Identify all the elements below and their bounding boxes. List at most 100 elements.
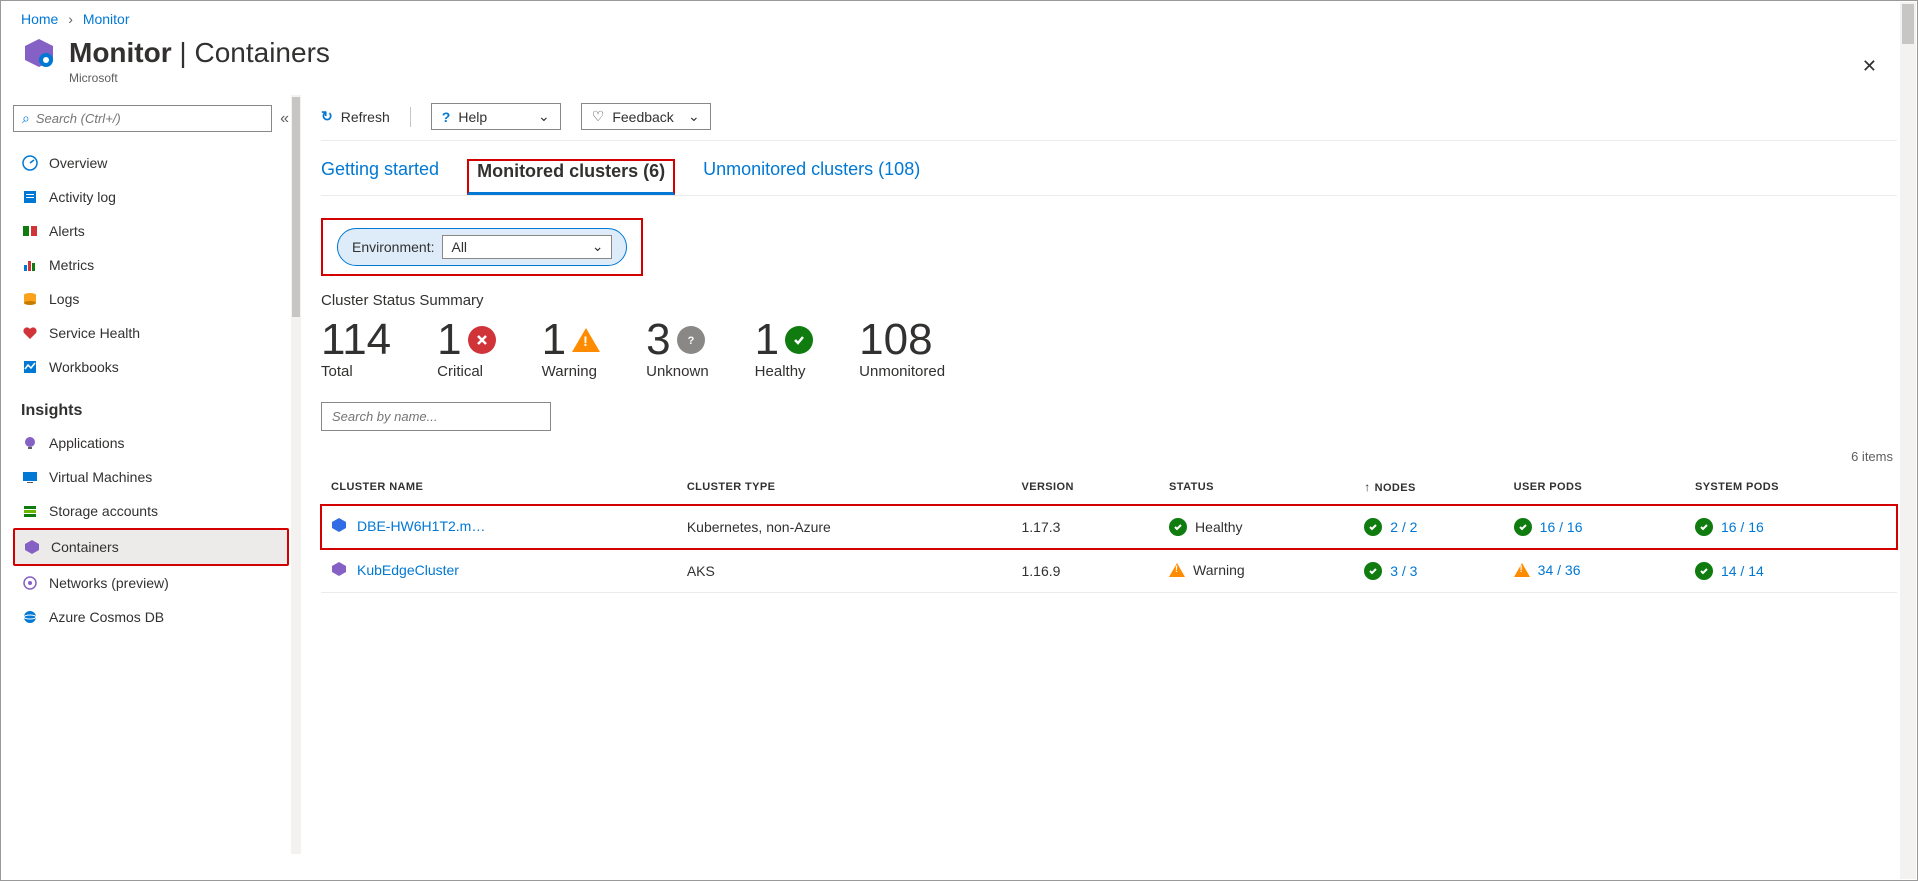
table-row[interactable]: KubEdgeCluster AKS 1.16.9 Warning 3 / 3 … <box>321 549 1897 593</box>
col-version[interactable]: VERSION <box>1011 470 1159 505</box>
col-cluster-type[interactable]: CLUSTER TYPE <box>677 470 1012 505</box>
collapse-sidebar-icon[interactable]: « <box>280 110 289 128</box>
sidebar-scrollbar[interactable] <box>291 95 301 854</box>
summary-title: Cluster Status Summary <box>321 292 1897 309</box>
sidebar-item-label: Storage accounts <box>49 503 158 519</box>
heart-icon <box>21 324 39 342</box>
sidebar-item-label: Metrics <box>49 257 94 273</box>
sidebar-item-metrics[interactable]: Metrics <box>13 248 289 282</box>
sidebar-item-overview[interactable]: Overview <box>13 146 289 180</box>
help-icon: ? <box>442 109 451 125</box>
breadcrumb-home[interactable]: Home <box>21 11 58 27</box>
chevron-down-icon: ⌄ <box>538 108 550 125</box>
table-row[interactable]: DBE-HW6H1T2.m… Kubernetes, non-Azure 1.1… <box>321 505 1897 549</box>
cell-user-pods[interactable]: 34 / 36 <box>1538 562 1581 578</box>
cell-system-pods[interactable]: 16 / 16 <box>1721 519 1764 535</box>
metrics-icon <box>21 256 39 274</box>
insights-section-header: Insights <box>13 384 289 426</box>
sidebar-item-service-health[interactable]: Service Health <box>13 316 289 350</box>
sidebar-item-virtual-machines[interactable]: Virtual Machines <box>13 460 289 494</box>
sidebar-item-cosmos-db[interactable]: Azure Cosmos DB <box>13 600 289 634</box>
summary-row: 114 Total 1 Critical 1 Warning 3 <box>321 315 1897 380</box>
feedback-dropdown[interactable]: ♡Feedback ⌄ <box>581 103 711 130</box>
sidebar-item-label: Virtual Machines <box>49 469 152 485</box>
col-nodes[interactable]: ↑NODES <box>1354 470 1503 505</box>
aks-icon <box>331 561 349 579</box>
col-cluster-name[interactable]: CLUSTER NAME <box>321 470 677 505</box>
sidebar-item-activity-log[interactable]: Activity log <box>13 180 289 214</box>
sidebar-item-networks[interactable]: Networks (preview) <box>13 566 289 600</box>
stat-unmonitored[interactable]: 108 Unmonitored <box>859 315 945 380</box>
col-system-pods[interactable]: SYSTEM PODS <box>1685 470 1897 505</box>
sidebar-item-label: Overview <box>49 155 107 171</box>
sidebar-item-storage-accounts[interactable]: Storage accounts <box>13 494 289 528</box>
warning-icon <box>1514 563 1530 577</box>
clusters-table: CLUSTER NAME CLUSTER TYPE VERSION STATUS… <box>321 470 1897 593</box>
toolbar: ↻ Refresh ?Help ⌄ ♡Feedback ⌄ <box>321 95 1897 141</box>
sidebar-search-input[interactable] <box>36 111 263 126</box>
page-scrollbar[interactable] <box>1900 2 1916 879</box>
cluster-name-link[interactable]: DBE-HW6H1T2.m… <box>357 518 485 534</box>
tab-monitored-clusters[interactable]: Monitored clusters (6) <box>467 159 675 195</box>
stat-unknown[interactable]: 3 ? Unknown <box>646 315 709 380</box>
sidebar-item-workbooks[interactable]: Workbooks <box>13 350 289 384</box>
cell-status: Warning <box>1193 562 1245 578</box>
cell-user-pods[interactable]: 16 / 16 <box>1540 519 1583 535</box>
cell-type: Kubernetes, non-Azure <box>677 505 1012 549</box>
page-title: Monitor | Containers <box>69 37 330 69</box>
sidebar-item-label: Containers <box>51 539 119 555</box>
close-icon[interactable]: ✕ <box>1862 56 1877 77</box>
cell-version: 1.17.3 <box>1011 505 1159 549</box>
breadcrumb-monitor[interactable]: Monitor <box>83 11 130 27</box>
filter-label: Environment: <box>352 239 434 255</box>
sort-asc-icon: ↑ <box>1364 480 1370 494</box>
stat-critical[interactable]: 1 Critical <box>437 315 495 380</box>
network-icon <box>21 574 39 592</box>
healthy-icon <box>1364 562 1382 580</box>
chevron-right-icon: › <box>68 11 73 27</box>
vm-icon <box>21 468 39 486</box>
cell-nodes[interactable]: 3 / 3 <box>1390 563 1417 579</box>
help-dropdown[interactable]: ?Help ⌄ <box>431 103 561 130</box>
healthy-icon <box>1364 518 1382 536</box>
sidebar-search[interactable]: ⌕ <box>13 105 272 132</box>
sidebar-item-label: Azure Cosmos DB <box>49 609 164 625</box>
sidebar-item-label: Alerts <box>49 223 85 239</box>
col-user-pods[interactable]: USER PODS <box>1504 470 1685 505</box>
sidebar-item-alerts[interactable]: Alerts <box>13 214 289 248</box>
page-org: Microsoft <box>69 71 1917 95</box>
cell-system-pods[interactable]: 14 / 14 <box>1721 563 1764 579</box>
cluster-name-link[interactable]: KubEdgeCluster <box>357 562 459 578</box>
search-icon: ⌕ <box>22 110 30 127</box>
log-icon <box>21 188 39 206</box>
table-header-row: CLUSTER NAME CLUSTER TYPE VERSION STATUS… <box>321 470 1897 505</box>
refresh-button[interactable]: ↻ Refresh <box>321 108 390 125</box>
alerts-icon <box>21 222 39 240</box>
tabs: Getting started Monitored clusters (6) U… <box>321 141 1897 196</box>
sidebar-item-applications[interactable]: Applications <box>13 426 289 460</box>
stat-total[interactable]: 114 Total <box>321 315 391 380</box>
workbook-icon <box>21 358 39 376</box>
cell-type: AKS <box>677 549 1012 593</box>
sidebar-item-label: Workbooks <box>49 359 119 375</box>
stat-warning[interactable]: 1 Warning <box>542 315 600 380</box>
cell-status: Healthy <box>1195 519 1242 535</box>
storage-icon <box>21 502 39 520</box>
search-by-name-input[interactable] <box>321 402 551 431</box>
healthy-icon <box>785 326 813 354</box>
environment-select[interactable]: All <box>442 235 612 259</box>
cell-nodes[interactable]: 2 / 2 <box>1390 519 1417 535</box>
tab-unmonitored-clusters[interactable]: Unmonitored clusters (108) <box>703 159 920 195</box>
sidebar-item-containers[interactable]: Containers <box>13 528 289 566</box>
tab-getting-started[interactable]: Getting started <box>321 159 439 195</box>
sidebar-item-logs[interactable]: Logs <box>13 282 289 316</box>
cell-version: 1.16.9 <box>1011 549 1159 593</box>
col-status[interactable]: STATUS <box>1159 470 1354 505</box>
main-content: ↻ Refresh ?Help ⌄ ♡Feedback ⌄ Getting st… <box>301 95 1917 854</box>
heart-outline-icon: ♡ <box>592 108 605 125</box>
healthy-icon <box>1514 518 1532 536</box>
warning-icon <box>1169 563 1185 577</box>
healthy-icon <box>1695 562 1713 580</box>
environment-filter[interactable]: Environment: All <box>337 228 627 266</box>
stat-healthy[interactable]: 1 Healthy <box>755 315 813 380</box>
